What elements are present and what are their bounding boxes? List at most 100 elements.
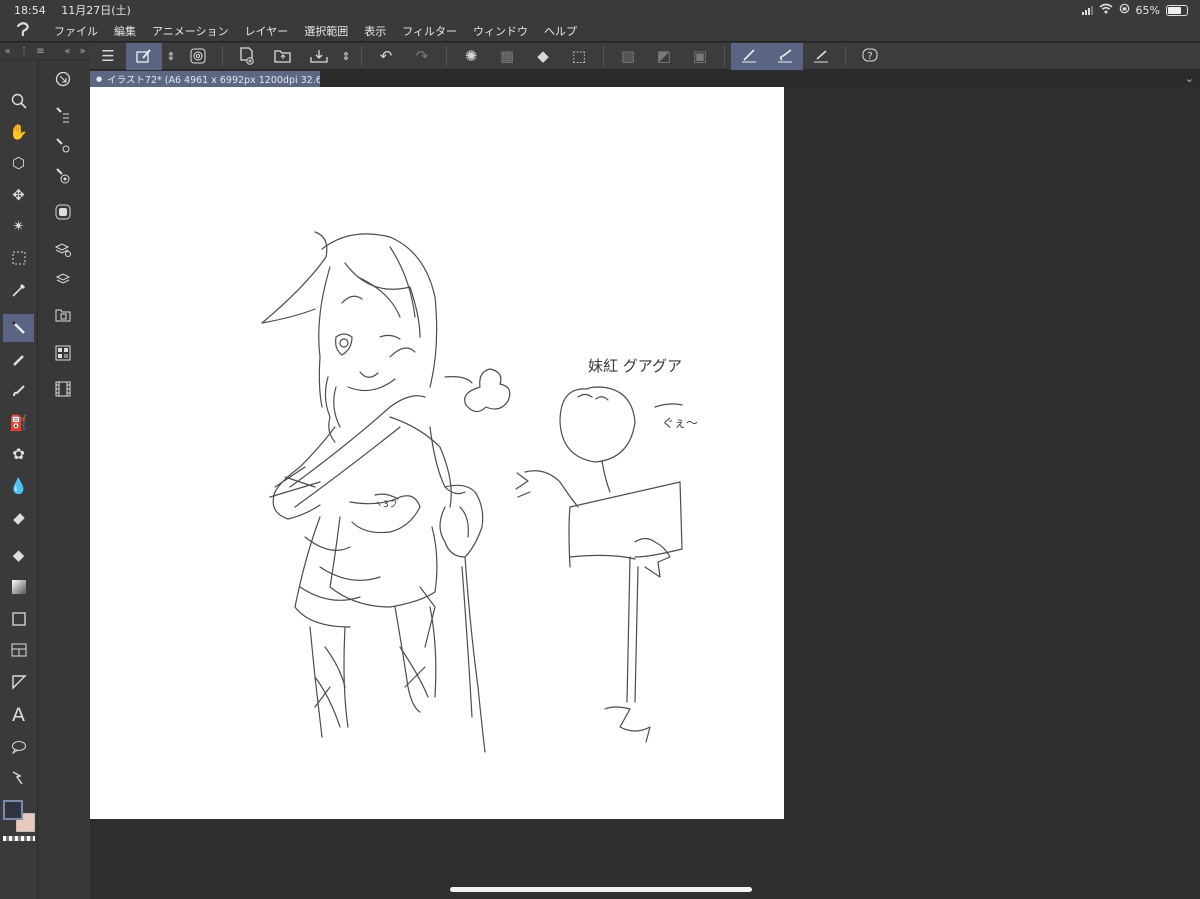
- eyedropper-icon[interactable]: [3, 276, 34, 304]
- sub-tool-detail-icon[interactable]: [48, 133, 78, 159]
- invert-selection-icon[interactable]: ◩: [646, 43, 682, 70]
- gradient-icon[interactable]: [3, 573, 34, 601]
- color-set-icon[interactable]: [48, 340, 78, 366]
- app-logo-icon[interactable]: [0, 21, 46, 41]
- grip-icon[interactable]: ⋮: [15, 46, 33, 57]
- svg-text:?: ?: [867, 51, 872, 62]
- drawing-canvas[interactable]: 妹紅 グアグア ぐぇ〜 ヽ3フ: [90, 87, 784, 819]
- menu-layer[interactable]: レイヤー: [237, 23, 297, 39]
- status-date: 11月27日(土): [61, 4, 131, 17]
- menu-window[interactable]: ウィンドウ: [465, 23, 536, 39]
- toolbar-separator: [446, 46, 447, 66]
- menu-selection[interactable]: 選択範囲: [296, 23, 356, 39]
- toolbar-separator: [845, 46, 846, 66]
- new-document-icon[interactable]: [229, 43, 265, 70]
- menu-help[interactable]: ヘルプ: [536, 23, 585, 39]
- palette-dock-header: « ⋮ ≡ « »: [0, 43, 90, 59]
- redo-icon[interactable]: ↷: [404, 43, 440, 70]
- open-folder-icon[interactable]: [265, 43, 301, 70]
- tool-property-icon[interactable]: [48, 102, 78, 128]
- menu-filter[interactable]: フィルター: [394, 23, 465, 39]
- material-icon[interactable]: [48, 302, 78, 328]
- document-tab[interactable]: ● イラスト72* (A6 4961 x 6992px 1200dpi 32.6…: [90, 71, 320, 87]
- crop-icon[interactable]: ⬚: [561, 43, 597, 70]
- help-icon[interactable]: ?: [852, 43, 888, 70]
- fill-icon[interactable]: ◆: [525, 43, 561, 70]
- document-tab-bar: ● イラスト72* (A6 4961 x 6992px 1200dpi 32.6…: [90, 71, 1200, 87]
- toolbar-separator: [222, 46, 223, 66]
- layer-property-icon[interactable]: [48, 236, 78, 262]
- stabilizer-icon[interactable]: [803, 43, 839, 70]
- operation-icon[interactable]: ⬡: [3, 149, 34, 177]
- navigator-icon[interactable]: [48, 66, 78, 92]
- status-bar: 18:54 11月27日(土) 65%: [0, 0, 1200, 20]
- color-circle-icon[interactable]: [48, 199, 78, 225]
- toolbar-separator: [603, 46, 604, 66]
- pen-pressure-icon[interactable]: [731, 42, 767, 70]
- pen-icon[interactable]: [3, 314, 34, 342]
- orientation-lock-icon: [1119, 3, 1130, 17]
- timeline-icon[interactable]: [48, 376, 78, 402]
- tool-palette: ✋ ⬡ ✥ ✴ ⛽ ✿ 💧 ◆ A: [0, 60, 38, 899]
- edit-mode-icon[interactable]: [126, 42, 162, 70]
- collapse-right-icon[interactable]: «: [60, 46, 75, 57]
- command-bar: ☰ ⇕ ⇕ ↶ ↷ ✺ ▦ ◆ ⬚ ▧ ◩ ▣ ?: [90, 42, 1200, 70]
- undo-icon[interactable]: ↶: [368, 43, 404, 70]
- deselect-icon[interactable]: ▧: [610, 43, 646, 70]
- home-indicator[interactable]: [450, 887, 752, 892]
- frame-icon[interactable]: ▣: [682, 43, 718, 70]
- blend-icon[interactable]: 💧: [3, 472, 34, 500]
- wifi-icon: [1099, 3, 1113, 17]
- menu-file[interactable]: ファイル: [46, 23, 106, 39]
- magic-wand-icon[interactable]: ✴: [3, 212, 34, 240]
- chevron-down-icon[interactable]: ⌄: [1185, 72, 1194, 85]
- stepper-icon[interactable]: ⇕: [337, 43, 355, 70]
- save-icon[interactable]: [301, 43, 337, 70]
- canvas-work-area[interactable]: 妹紅 グアグア ぐぇ〜 ヽ3フ: [90, 87, 1200, 899]
- ruler-icon[interactable]: [3, 668, 34, 696]
- layer-icon[interactable]: [48, 266, 78, 292]
- stepper-icon[interactable]: ⇕: [162, 43, 180, 70]
- eraser-icon[interactable]: [3, 504, 34, 532]
- sketch-text-belt: ヽ3フ: [374, 500, 398, 510]
- expand-right-icon[interactable]: »: [75, 46, 90, 57]
- decoration-icon[interactable]: ✿: [3, 440, 34, 468]
- sketch-text-groan: ぐぇ〜: [662, 416, 698, 430]
- palette-menu-icon[interactable]: ≡: [33, 46, 48, 57]
- correct-line-icon[interactable]: [3, 764, 34, 792]
- spiral-icon[interactable]: [180, 43, 216, 70]
- balloon-icon[interactable]: [3, 733, 34, 761]
- pencil-icon[interactable]: [3, 346, 34, 374]
- sketch-text-title: 妹紅 グアグア: [588, 357, 682, 375]
- menu-view[interactable]: 表示: [356, 23, 394, 39]
- airbrush-icon[interactable]: ⛽: [3, 409, 34, 437]
- toolbar-separator: [724, 46, 725, 66]
- transparent-color-swatch[interactable]: [3, 836, 35, 841]
- text-icon[interactable]: A: [3, 701, 34, 729]
- status-time: 18:54: [14, 4, 46, 17]
- brush-icon[interactable]: [3, 377, 34, 405]
- hand-icon[interactable]: ✋: [3, 118, 34, 146]
- brush-icon[interactable]: [767, 42, 803, 70]
- signal-icon: [1081, 5, 1093, 15]
- brush-size-icon[interactable]: [48, 163, 78, 189]
- main-color-swatch[interactable]: [3, 800, 23, 820]
- battery-percent: 65%: [1135, 3, 1160, 17]
- color-indicator[interactable]: [3, 800, 37, 841]
- move-icon[interactable]: ✥: [3, 181, 34, 209]
- menu-edit[interactable]: 編集: [106, 23, 144, 39]
- menu-animation[interactable]: アニメーション: [144, 23, 237, 39]
- collapse-left-icon[interactable]: «: [0, 46, 15, 57]
- menu-bar: ファイル 編集 アニメーション レイヤー 選択範囲 表示 フィルター ウィンドウ…: [0, 20, 1200, 42]
- tab-dot-icon: ●: [96, 75, 103, 83]
- transform-icon[interactable]: ▦: [489, 43, 525, 70]
- sketch-artwork: 妹紅 グアグア ぐぇ〜 ヽ3フ: [261, 231, 698, 753]
- magnifier-icon[interactable]: [3, 87, 34, 115]
- toolbar-separator: [361, 46, 362, 66]
- loading-icon[interactable]: ✺: [453, 43, 489, 70]
- frame-border-icon[interactable]: [3, 636, 34, 664]
- figure-icon[interactable]: [3, 605, 34, 633]
- menu-icon[interactable]: ☰: [90, 43, 126, 70]
- fill-icon[interactable]: ◆: [3, 541, 34, 569]
- selection-icon[interactable]: [3, 244, 34, 272]
